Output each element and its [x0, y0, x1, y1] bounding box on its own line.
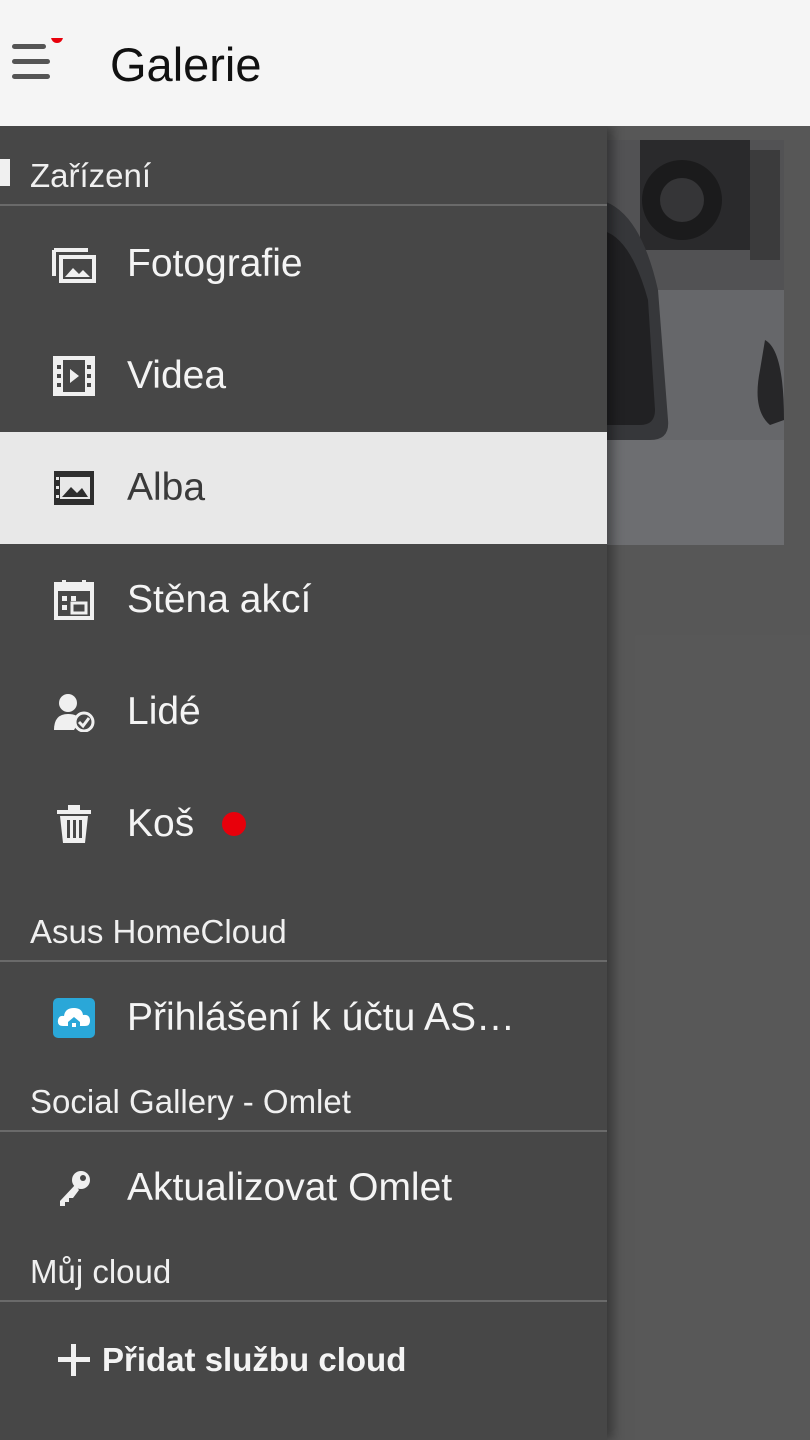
section-label: Asus HomeCloud [30, 913, 287, 950]
section-label: Zařízení [30, 157, 152, 194]
drawer-item-label: Stěna akcí [127, 578, 312, 621]
section-header-social: Social Gallery - Omlet [0, 1052, 607, 1132]
drawer-item-label: Přihlášení k účtu AS… [127, 996, 516, 1039]
section-marker [0, 159, 10, 186]
drawer-item-event-wall[interactable]: Stěna akcí [0, 544, 607, 656]
add-cloud-service-button[interactable]: Přidat službu cloud [56, 1336, 416, 1386]
drawer-item-label: Lidé [127, 690, 201, 733]
drawer-item-people[interactable]: Lidé [0, 656, 607, 768]
drawer-item-photos[interactable]: Fotografie [0, 208, 607, 320]
navigation-drawer: Zařízení Fotografie Videa Alba Stěna akc… [0, 126, 607, 1440]
section-header-device: Zařízení [0, 126, 607, 206]
drawer-item-label: Koš [127, 802, 195, 845]
section-header-homecloud: Asus HomeCloud [0, 882, 607, 962]
section-label: Social Gallery - Omlet [30, 1083, 351, 1120]
key-icon [52, 1168, 96, 1208]
section-label: Můj cloud [30, 1253, 172, 1290]
calendar-icon [52, 580, 96, 620]
app-bar: Galerie [0, 0, 810, 126]
film-icon [52, 356, 96, 396]
section-header-mycloud: Můj cloud [0, 1222, 607, 1302]
add-cloud-label: Přidat službu cloud [102, 1341, 407, 1378]
menu-button[interactable] [8, 38, 64, 90]
page-title: Galerie [110, 38, 262, 91]
plus-icon [56, 1342, 92, 1378]
drawer-item-label: Aktualizovat Omlet [127, 1166, 453, 1209]
trash-icon [52, 804, 96, 844]
cloud-home-icon [52, 998, 96, 1038]
drawer-item-albums[interactable]: Alba [0, 432, 607, 544]
hamburger-icon [12, 38, 63, 79]
drawer-item-label: Fotografie [127, 242, 303, 285]
person-check-icon [52, 692, 96, 732]
album-icon [52, 468, 96, 508]
notification-dot [222, 812, 246, 836]
photos-icon [52, 244, 96, 284]
drawer-item-trash[interactable]: Koš [0, 768, 607, 880]
drawer-item-videos[interactable]: Videa [0, 320, 607, 432]
drawer-item-label: Alba [127, 466, 206, 509]
drawer-item-label: Videa [127, 354, 227, 397]
drawer-scrim[interactable] [607, 126, 810, 1440]
